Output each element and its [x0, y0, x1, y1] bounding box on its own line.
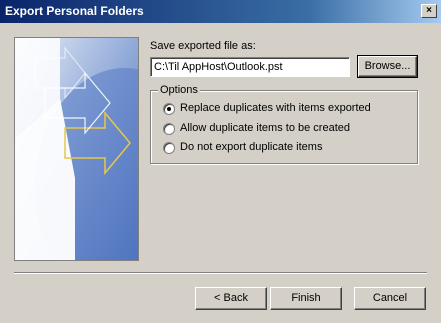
radio-button[interactable]	[163, 123, 175, 135]
file-path-input[interactable]	[150, 57, 350, 77]
options-legend: Options	[158, 84, 200, 96]
radio-label: Allow duplicate items to be created	[180, 122, 350, 134]
options-group: Options Replace duplicates with items ex…	[150, 84, 418, 164]
close-icon: ×	[426, 5, 432, 16]
radio-selected-dot	[167, 107, 171, 111]
radio-button[interactable]	[163, 142, 175, 154]
radio-button[interactable]	[163, 103, 175, 115]
radio-label: Replace duplicates with items exported	[180, 102, 371, 114]
save-as-label: Save exported file as:	[150, 40, 256, 52]
cancel-button[interactable]: Cancel	[354, 287, 426, 310]
browse-button[interactable]: Browse...	[357, 55, 418, 78]
wizard-banner-image	[14, 37, 139, 261]
window-title: Export Personal Folders	[5, 4, 144, 18]
finish-button[interactable]: Finish	[270, 287, 342, 310]
radio-label: Do not export duplicate items	[180, 141, 323, 153]
close-button[interactable]: ×	[421, 4, 437, 18]
back-button[interactable]: < Back	[195, 287, 267, 310]
footer-separator	[14, 272, 427, 274]
title-bar: Export Personal Folders ×	[0, 0, 441, 23]
